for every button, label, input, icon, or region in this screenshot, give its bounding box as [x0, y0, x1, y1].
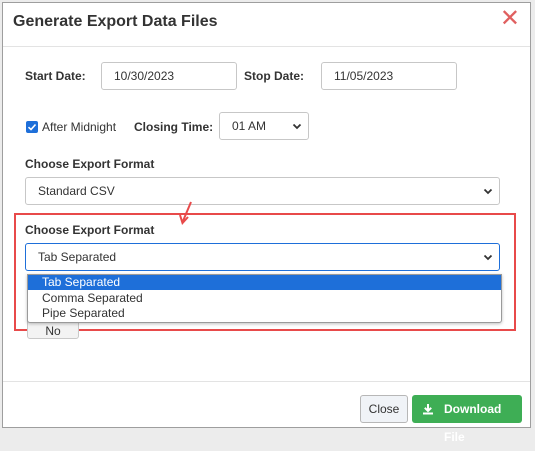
checkmark-icon	[27, 123, 37, 131]
closing-time-label: Closing Time:	[134, 120, 214, 134]
closing-time-select[interactable]: 01 AM	[219, 112, 309, 140]
dialog-header: Generate Export Data Files ✕	[3, 3, 530, 47]
export-format-select[interactable]: Standard CSV	[25, 177, 500, 205]
delimiter-option-pipe[interactable]: Pipe Separated	[28, 306, 501, 321]
close-icon[interactable]: ✕	[500, 7, 520, 31]
delimiter-dropdown-list: Tab Separated Comma Separated Pipe Separ…	[27, 274, 502, 323]
download-file-button[interactable]: Download File	[412, 395, 522, 444]
chevron-down-icon	[483, 188, 493, 195]
delimiter-select[interactable]: Tab Separated	[25, 243, 500, 271]
chevron-down-icon	[483, 254, 493, 261]
delimiter-value: Tab Separated	[38, 250, 117, 264]
delimiter-option-comma[interactable]: Comma Separated	[28, 291, 501, 306]
export-dialog: Generate Export Data Files ✕ Start Date:…	[2, 2, 531, 444]
start-date-label: Start Date:	[25, 69, 86, 83]
stop-date-label: Stop Date:	[244, 69, 304, 83]
close-button[interactable]: Close	[360, 395, 408, 423]
start-date-input[interactable]	[101, 62, 237, 90]
after-midnight-checkbox[interactable]	[26, 121, 38, 133]
dialog-footer: Close Download File	[3, 381, 530, 444]
delimiter-option-tab[interactable]: Tab Separated	[28, 275, 501, 290]
dialog-title: Generate Export Data Files	[13, 13, 218, 30]
export-format-value: Standard CSV	[38, 184, 115, 198]
download-file-label: Download File	[444, 402, 502, 444]
delimiter-label: Choose Export Format	[25, 223, 155, 237]
stop-date-input[interactable]	[321, 62, 457, 90]
chevron-down-icon	[292, 123, 302, 130]
download-icon	[423, 404, 433, 415]
closing-time-value: 01 AM	[232, 119, 267, 133]
export-format-label: Choose Export Format	[25, 157, 155, 171]
after-midnight-label: After Midnight	[42, 120, 117, 134]
